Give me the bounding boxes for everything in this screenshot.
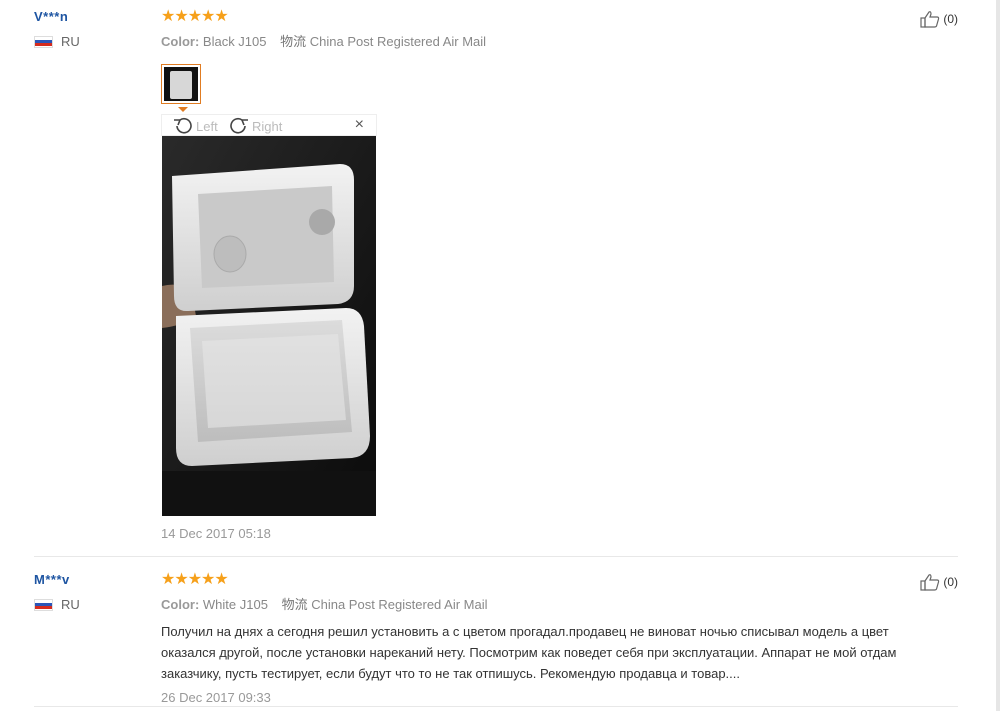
order-info: Color: White J105 物流 China Post Register… (161, 594, 941, 613)
helpful-count: (0) (943, 12, 958, 26)
shipping-value: China Post Registered Air Mail (309, 34, 487, 49)
reviewer-name[interactable]: M***v (34, 572, 80, 587)
close-viewer-icon[interactable]: × (355, 116, 364, 134)
rotate-left-button[interactable]: Left (172, 117, 218, 135)
scrollbar-track[interactable] (996, 0, 1000, 711)
reviewer-info: V***n RU (34, 9, 80, 49)
review-text-line: оказался другой, после установки нарекан… (161, 645, 897, 660)
review-divider (34, 706, 958, 707)
order-info: Color: Black J105 物流 China Post Register… (161, 31, 486, 50)
russia-flag-icon (34, 598, 53, 611)
color-value: Black J105 (202, 34, 267, 49)
thumbnail-pointer (178, 107, 188, 112)
thumbs-up-icon (920, 11, 940, 28)
review-date: 26 Dec 2017 09:33 (161, 690, 271, 705)
reviewer-country: RU (34, 597, 80, 612)
color-label: Color: (161, 34, 200, 49)
rotate-right-label: Right (252, 118, 283, 134)
star-rating: ★★★★★ (161, 8, 229, 25)
reviewer-country: RU (34, 34, 80, 49)
country-code: RU (61, 597, 80, 612)
country-code: RU (61, 34, 80, 49)
review-content: ★★★★★ Color: White J105 物流 China Post Re… (161, 571, 941, 706)
review-content: ★★★★★ Color: Black J105 物流 China Post Re… (161, 9, 486, 50)
thumbs-up-icon (920, 574, 940, 591)
review-divider (34, 556, 958, 557)
shipping-value: China Post Registered Air Mail (311, 597, 488, 612)
review-text-line: Получил на днях а сегодня решил установи… (161, 624, 889, 639)
color-value: White J105 (202, 597, 268, 612)
foam-box-photo (162, 136, 376, 516)
russia-flag-icon (34, 35, 53, 48)
rotate-right-icon (230, 117, 248, 134)
review-date: 14 Dec 2017 05:18 (161, 526, 271, 541)
color-label: Color: (161, 597, 200, 612)
review-text: Получил на днях а сегодня решил установи… (161, 621, 941, 684)
shipping-label: 物流 (280, 34, 307, 49)
review-photo-large (162, 136, 376, 516)
helpful-button[interactable]: (0) (920, 573, 958, 591)
helpful-count: (0) (943, 575, 958, 589)
review-photo-thumbnail[interactable] (161, 64, 201, 104)
rotate-left-label: Left (196, 118, 218, 134)
rotate-right-button[interactable]: Right (228, 117, 282, 135)
star-rating: ★★★★★ (161, 571, 229, 588)
review-text-line: заказчику, пусть тестирует, если будут ч… (161, 666, 740, 681)
image-viewer-toolbar: Left Right × (161, 114, 377, 136)
rotate-left-icon (174, 117, 192, 134)
reviewer-name[interactable]: V***n (34, 9, 80, 24)
reviewer-info: M***v RU (34, 572, 80, 612)
helpful-button[interactable]: (0) (920, 10, 958, 28)
shipping-label: 物流 (281, 597, 308, 612)
